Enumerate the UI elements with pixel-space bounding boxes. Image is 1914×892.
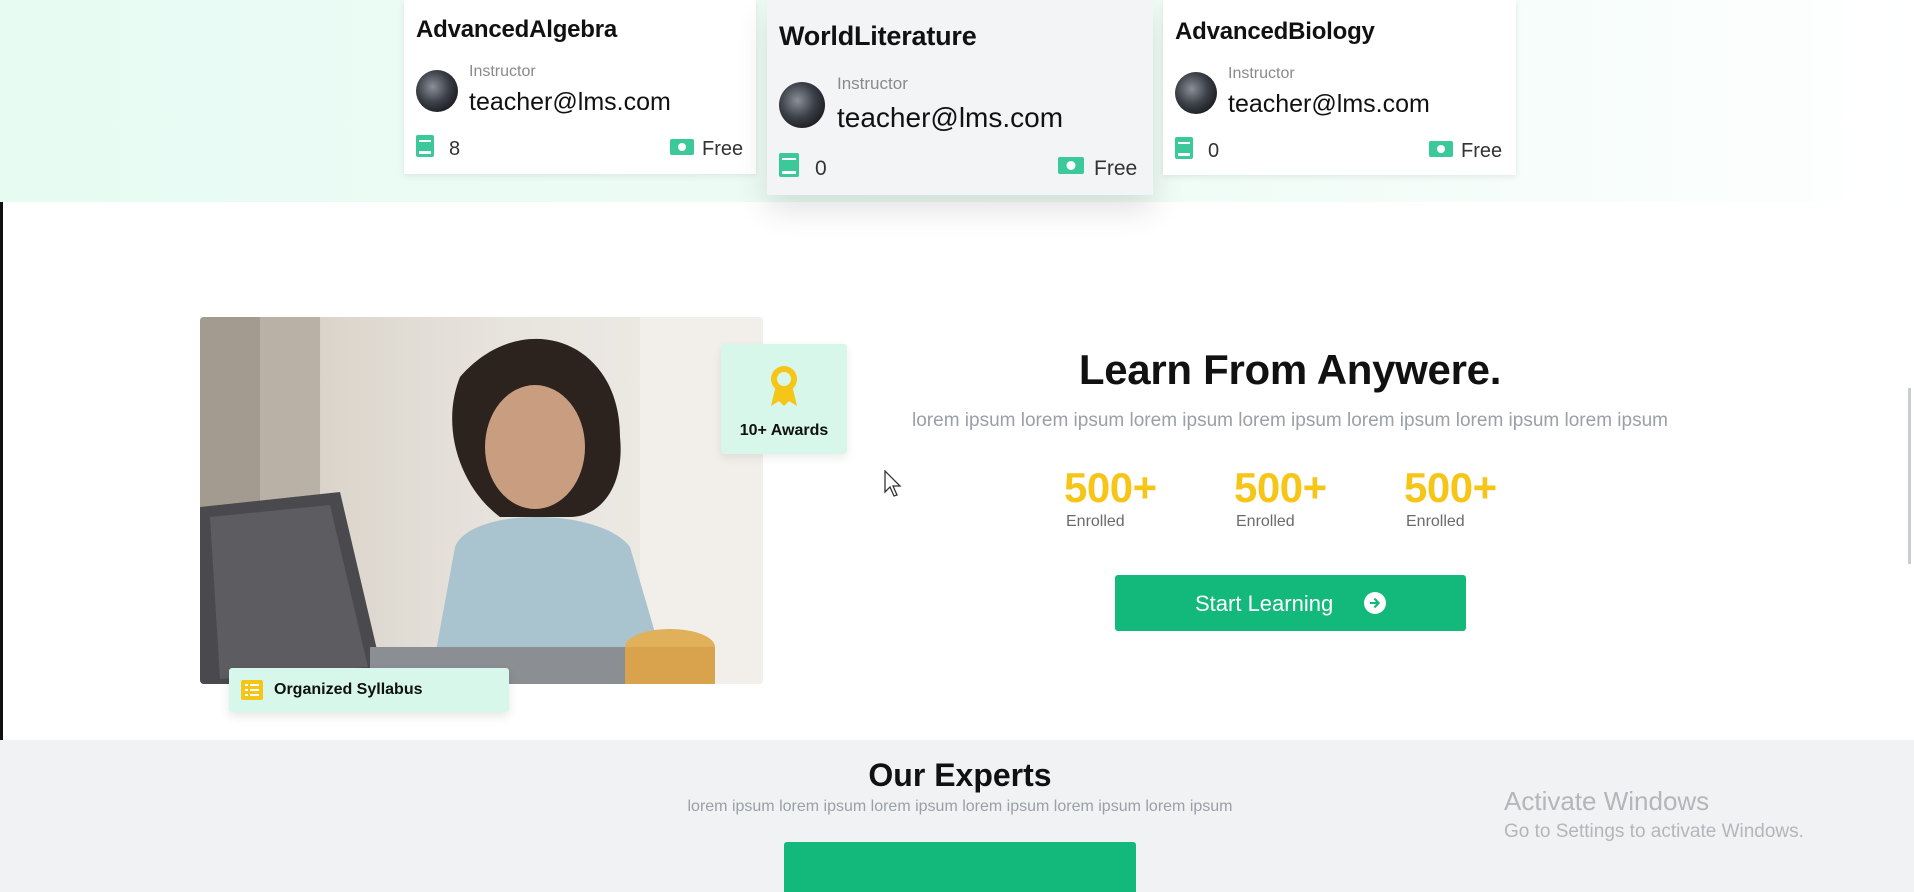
book-icon: [1175, 137, 1193, 164]
activate-windows-title: Activate Windows: [1504, 786, 1710, 816]
stat-label: Enrolled: [1406, 513, 1465, 530]
stat-enrolled-1: 500+ Enrolled: [1064, 465, 1157, 531]
lesson-count: 0: [1208, 140, 1220, 162]
instructor-email: teacher@lms.com: [837, 102, 1064, 133]
mouse-cursor-icon: [884, 469, 902, 503]
avatar: [416, 70, 458, 112]
syllabus-badge: Organized Syllabus: [229, 668, 509, 712]
instructor-label: Instructor: [837, 74, 908, 93]
instructor-email: teacher@lms.com: [469, 88, 671, 116]
instructor-email: teacher@lms.com: [1228, 90, 1430, 118]
scrollbar-thumb[interactable]: [1908, 388, 1911, 564]
book-icon: [416, 135, 434, 162]
award-ribbon-icon: [767, 364, 801, 413]
student-photo: [200, 317, 763, 684]
stat-value: 500+: [1064, 464, 1157, 511]
avatar: [779, 82, 825, 128]
stat-value: 500+: [1404, 464, 1497, 511]
instructor-label: Instructor: [1228, 65, 1295, 82]
book-icon: [779, 153, 799, 182]
awards-label: 10+ Awards: [739, 422, 829, 439]
course-card-advanced-algebra[interactable]: AdvancedAlgebra Instructor teacher@lms.c…: [404, 0, 756, 174]
lesson-count: 8: [449, 138, 461, 160]
money-icon: [670, 139, 694, 160]
syllabus-label: Organized Syllabus: [274, 681, 423, 698]
price: Free: [702, 138, 744, 160]
lesson-count: 0: [815, 157, 827, 180]
start-learning-button[interactable]: Start Learning: [1115, 575, 1466, 631]
experts-title: Our Experts: [868, 757, 1052, 793]
course-title[interactable]: WorldLiterature: [779, 21, 977, 52]
course-card-advanced-biology[interactable]: AdvancedBiology Instructor teacher@lms.c…: [1163, 0, 1516, 175]
stat-value: 500+: [1234, 464, 1327, 511]
arrow-circle-right-icon: [1363, 591, 1387, 621]
course-title[interactable]: AdvancedBiology: [1175, 18, 1375, 46]
instructor-label: Instructor: [469, 63, 536, 80]
experts-subtitle: lorem ipsum lorem ipsum lorem ipsum lore…: [687, 798, 1233, 815]
hero-title: Learn From Anywere.: [1078, 346, 1502, 393]
stat-label: Enrolled: [1236, 513, 1295, 530]
experts-card[interactable]: [784, 842, 1136, 892]
course-title[interactable]: AdvancedAlgebra: [416, 16, 617, 44]
stat-label: Enrolled: [1066, 513, 1125, 530]
stat-enrolled-2: 500+ Enrolled: [1234, 465, 1327, 531]
start-learning-label: Start Learning: [1195, 591, 1334, 616]
money-icon: [1429, 141, 1453, 162]
awards-badge: 10+ Awards: [721, 344, 847, 454]
avatar: [1175, 72, 1217, 114]
price: Free: [1094, 157, 1138, 180]
course-card-world-literature[interactable]: WorldLiterature Instructor teacher@lms.c…: [767, 0, 1153, 195]
money-icon: [1058, 157, 1084, 179]
price: Free: [1461, 140, 1503, 162]
activate-windows-hint: Go to Settings to activate Windows.: [1504, 821, 1804, 842]
stat-enrolled-3: 500+ Enrolled: [1404, 465, 1497, 531]
list-icon: [241, 680, 263, 705]
hero-subtitle: lorem ipsum lorem ipsum lorem ipsum lore…: [912, 410, 1668, 431]
